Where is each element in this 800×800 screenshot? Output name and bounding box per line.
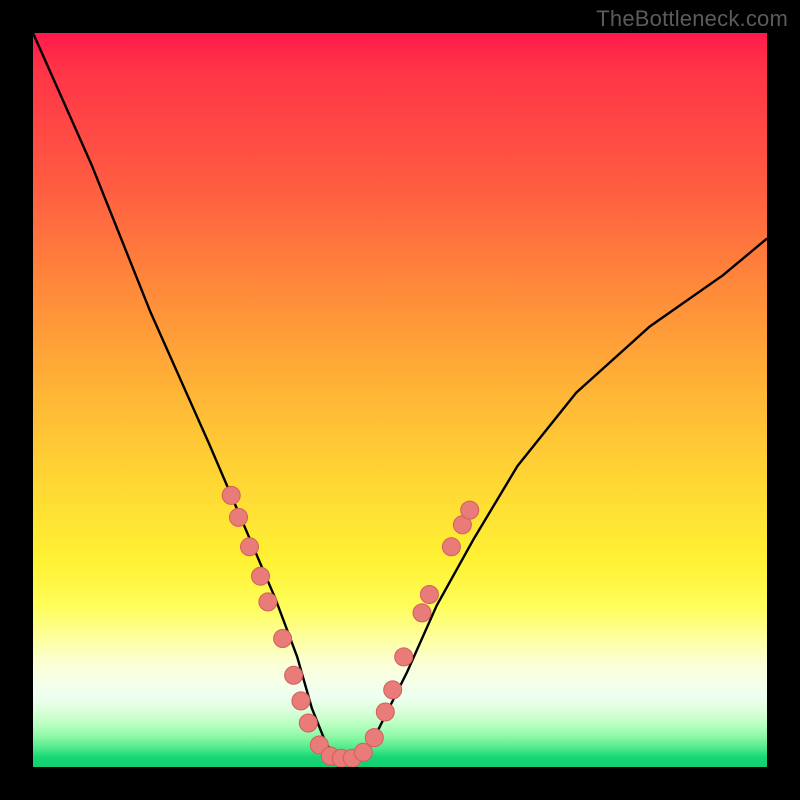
chart-svg xyxy=(33,33,767,767)
highlight-dot xyxy=(241,538,259,556)
highlight-dot xyxy=(413,604,431,622)
chart-frame: TheBottleneck.com xyxy=(0,0,800,800)
highlight-dot xyxy=(354,743,372,761)
marker-group xyxy=(222,486,479,767)
highlight-dot xyxy=(395,648,413,666)
highlight-dot xyxy=(252,567,270,585)
highlight-dot xyxy=(285,666,303,684)
highlight-dot xyxy=(299,714,317,732)
highlight-dot xyxy=(259,593,277,611)
highlight-dot xyxy=(230,508,248,526)
highlight-dot xyxy=(376,703,394,721)
highlight-dot xyxy=(292,692,310,710)
highlight-dot xyxy=(442,538,460,556)
highlight-dot xyxy=(420,586,438,604)
watermark-text: TheBottleneck.com xyxy=(596,6,788,32)
highlight-dot xyxy=(384,681,402,699)
plot-area xyxy=(33,33,767,767)
highlight-dot xyxy=(274,630,292,648)
highlight-dot xyxy=(222,486,240,504)
highlight-dot xyxy=(365,729,383,747)
highlight-dot xyxy=(461,501,479,519)
